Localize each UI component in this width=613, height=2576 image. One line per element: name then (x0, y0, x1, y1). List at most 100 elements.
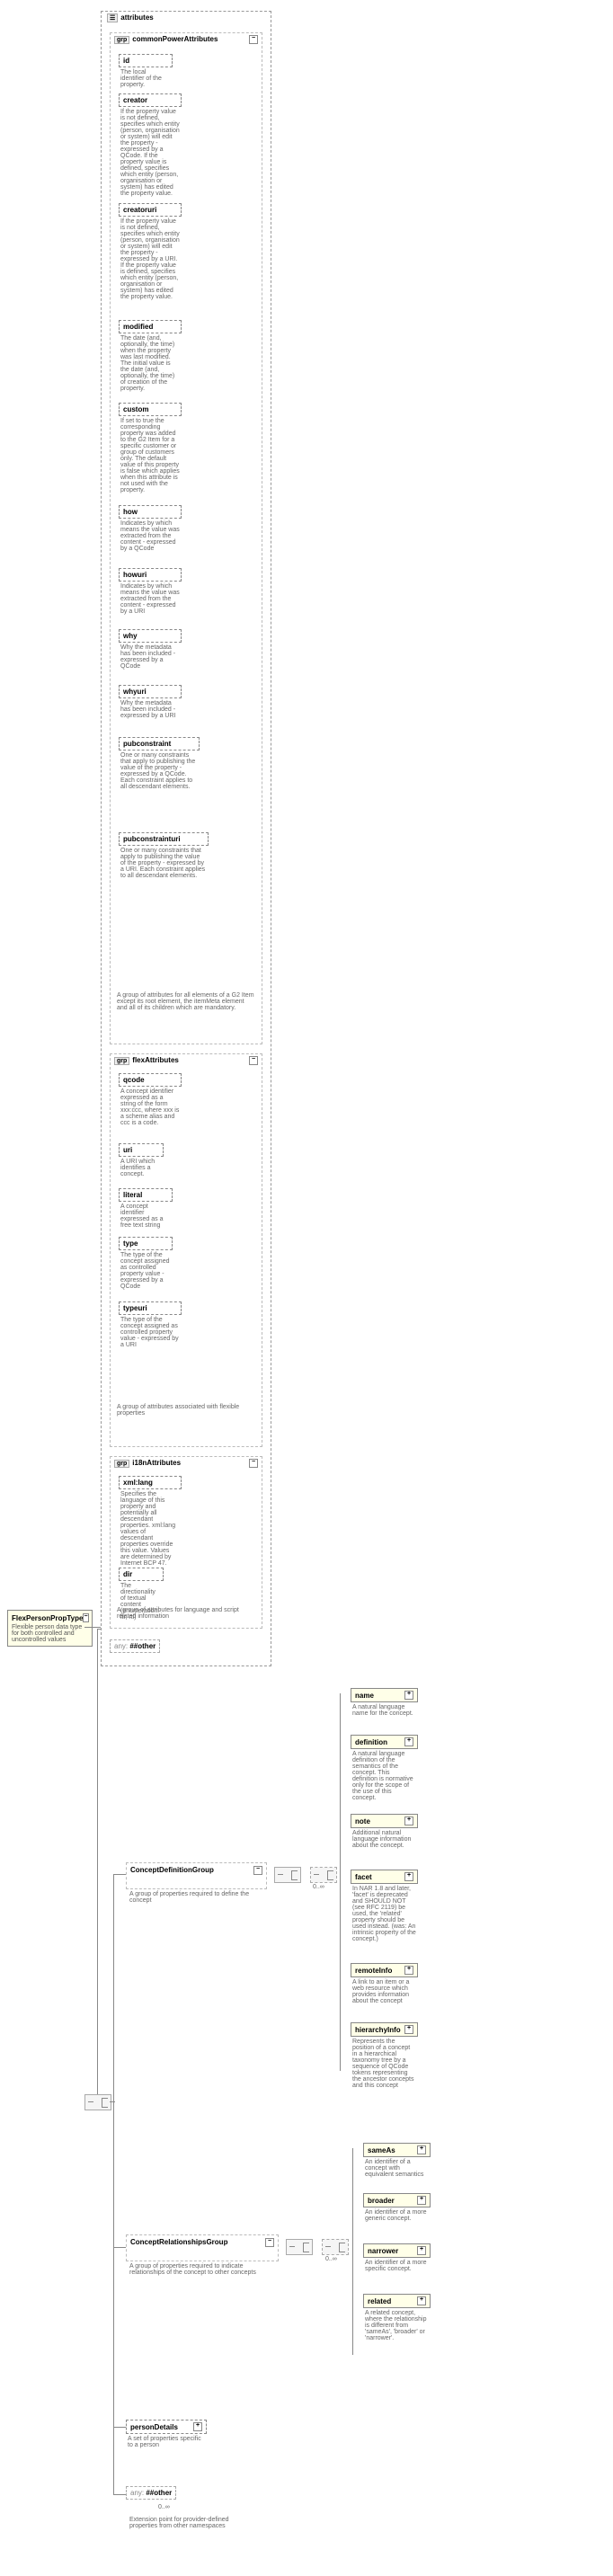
attr-how[interactable]: howIndicates by which means the value wa… (119, 505, 182, 552)
el-label: note (355, 1817, 370, 1825)
attr-qcode[interactable]: qcodeA concept identifier expressed as a… (119, 1073, 182, 1126)
expand-icon[interactable]: + (404, 1691, 413, 1700)
attr-id[interactable]: idThe local identifier of the property. (119, 54, 173, 88)
attr-label: typeuri (123, 1304, 147, 1312)
group-concept-relationships[interactable]: ConceptRelationshipsGroup− (126, 2234, 279, 2261)
connector-line (113, 2427, 126, 2428)
expand-icon[interactable]: + (404, 1737, 413, 1746)
el-desc: A related concept, where the relationshi… (363, 2308, 431, 2341)
collapse-icon[interactable]: − (265, 2238, 274, 2247)
el-related[interactable]: related+A related concept, where the rel… (363, 2294, 431, 2341)
attr-typeuri[interactable]: typeuri The type of the concept assigned … (119, 1301, 182, 1348)
el-note[interactable]: note+Additional natural language informa… (351, 1814, 418, 1849)
el-desc: A set of properties specific to a person (126, 2434, 207, 2448)
group-desc: A group of attributes associated with fl… (113, 1402, 259, 1422)
any-other-elements[interactable]: any: ##other (126, 2486, 176, 2500)
el-narrower[interactable]: narrower + An identifier of a more specifi… (363, 2243, 431, 2272)
attr-pubconstraint[interactable]: pubconstraintOne or many constraints tha… (119, 737, 200, 790)
attr-label: pubconstrainturi (123, 835, 181, 843)
expand-icon[interactable]: + (417, 2246, 426, 2255)
choice-joiner-icon (310, 1867, 337, 1883)
attr-desc: Specifies the language of this property … (119, 1489, 182, 1567)
el-broader[interactable]: broader+An identifier of a more generic … (363, 2193, 431, 2222)
attr-custom[interactable]: customIf set to true the corresponding p… (119, 403, 182, 493)
el-desc: A natural language name for the concept. (351, 1702, 418, 1717)
expand-icon[interactable]: + (404, 1872, 413, 1881)
connector-line (110, 2101, 115, 2102)
collapse-icon[interactable]: − (83, 1613, 88, 1622)
el-name[interactable]: name+A natural language name for the con… (351, 1688, 418, 1717)
expand-icon[interactable]: + (193, 2422, 202, 2431)
group-badge-icon: grp (114, 1057, 129, 1065)
cardinality: 0..∞ (313, 1884, 324, 1890)
attr-pubconstrainturi[interactable]: pubconstrainturi One or many constraints … (119, 832, 209, 879)
attr-type[interactable]: typeThe type of the concept assigned as … (119, 1237, 173, 1290)
sequence-joiner-icon (84, 2094, 111, 2110)
expand-icon[interactable]: + (417, 2145, 426, 2154)
collapse-icon[interactable]: − (249, 1056, 258, 1065)
attr-desc: Indicates by which means the value was e… (119, 582, 182, 615)
connector-line (84, 1627, 101, 1628)
attributes-badge: ☰ (107, 13, 118, 22)
attr-creator[interactable]: creatorIf the property value is not defi… (119, 93, 182, 197)
attr-why[interactable]: whyWhy the metadata has been included - … (119, 629, 182, 670)
attr-desc: The date (and, optionally, the time) whe… (119, 333, 182, 392)
expand-icon[interactable]: + (417, 2296, 426, 2305)
attr-uri[interactable]: uriA URI which identifies a concept. (119, 1143, 164, 1177)
expand-icon[interactable]: + (404, 2025, 413, 2034)
choice-joiner-icon (322, 2239, 349, 2255)
expand-icon[interactable]: + (417, 2196, 426, 2205)
group-concept-definition[interactable]: ConceptDefinitionGroup− (126, 1862, 267, 1889)
attr-literal[interactable]: literalA concept identifier expressed as… (119, 1188, 173, 1229)
connector-line (113, 1874, 114, 2494)
el-desc: Represents the position of a concept in … (351, 2037, 418, 2089)
el-label: personDetails (130, 2423, 178, 2431)
root-type-node[interactable]: FlexPersonPropType− Flexible person data… (7, 1610, 93, 1647)
attr-label: custom (123, 405, 148, 413)
el-desc: In NAR 1.8 and later, 'facet' is depreca… (351, 1884, 418, 1942)
attr-xmllang[interactable]: xml:lang Specifies the language of this p… (119, 1476, 182, 1567)
attr-desc: If the property value is not defined, sp… (119, 107, 182, 197)
attr-desc: A URI which identifies a concept. (119, 1157, 164, 1177)
attr-whyuri[interactable]: whyuriWhy the metadata has been included… (119, 685, 182, 719)
el-definition[interactable]: definition+A natural language definition… (351, 1735, 418, 1801)
group-desc: A group of properties required to indica… (126, 2261, 277, 2281)
el-remoteinfo[interactable]: remoteInfo+A link to an item or a web re… (351, 1963, 418, 2004)
collapse-icon[interactable]: − (249, 1459, 258, 1468)
el-facet[interactable]: facet+In NAR 1.8 and later, 'facet' is d… (351, 1870, 418, 1942)
attr-desc: One or many constraints that apply to pu… (119, 846, 209, 879)
any-prefix: any: (130, 2489, 144, 2497)
connector-line (97, 1629, 101, 1630)
el-label: remoteInfo (355, 1967, 392, 1975)
el-desc: An identifier of a more specific concept… (363, 2258, 431, 2272)
attr-creatoruri[interactable]: creatoruriIf the property value is not d… (119, 203, 182, 300)
attr-desc: A concept identifier expressed as a stri… (119, 1087, 182, 1126)
any-desc: Extension point for provider-defined pro… (126, 2515, 259, 2535)
el-hierarchyinfo[interactable]: hierarchyInfo+Represents the position of… (351, 2022, 418, 2089)
root-type-desc: Flexible person data type for both contr… (12, 1624, 88, 1643)
collapse-icon[interactable]: − (253, 1866, 262, 1875)
el-label: narrower (368, 2247, 398, 2255)
attr-label: howuri (123, 571, 147, 579)
connector-line (352, 2148, 353, 2355)
collapse-icon[interactable]: − (249, 35, 258, 44)
any-other-attributes[interactable]: any: ##other (110, 1639, 160, 1653)
attr-label: literal (123, 1191, 142, 1199)
attr-label: xml:lang (123, 1479, 153, 1487)
attr-modified[interactable]: modifiedThe date (and, optionally, the t… (119, 320, 182, 392)
attr-howuri[interactable]: howuri Indicates by which means the value… (119, 568, 182, 615)
attr-desc: The type of the concept assigned as cont… (119, 1315, 182, 1348)
connector-line (113, 2247, 126, 2248)
el-desc: An identifier of a more generic concept. (363, 2207, 431, 2222)
attr-desc: If the property value is not defined, sp… (119, 217, 182, 300)
connector-line (113, 1874, 126, 1875)
attr-label: type (123, 1239, 138, 1248)
group-badge-icon: grp (114, 1460, 129, 1468)
expand-icon[interactable]: + (404, 1966, 413, 1975)
el-person-details[interactable]: personDetails + A set of properties specif… (126, 2420, 207, 2448)
el-desc: An identifier of a concept with equivale… (363, 2157, 431, 2178)
expand-icon[interactable]: + (404, 1817, 413, 1825)
attr-label: how (123, 508, 138, 516)
el-sameas[interactable]: sameAs+An identifier of a concept with e… (363, 2143, 431, 2178)
attr-desc: The local identifier of the property. (119, 67, 173, 88)
